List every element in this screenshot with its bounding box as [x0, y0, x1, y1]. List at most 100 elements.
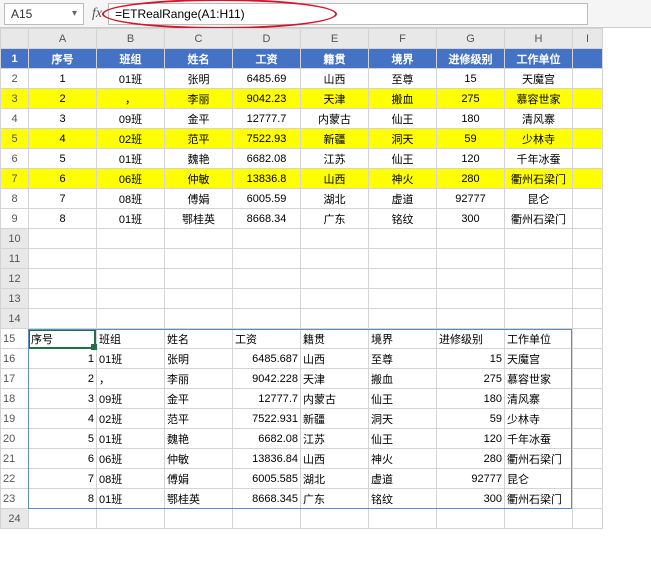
table-row[interactable]: 12 [1, 269, 603, 289]
cell[interactable]: 天魔宫 [505, 349, 573, 369]
cell[interactable]: 仲敏 [165, 169, 233, 189]
cell[interactable] [573, 509, 603, 529]
formula-input[interactable] [108, 3, 588, 25]
cell[interactable]: 金平 [165, 109, 233, 129]
cell[interactable]: 300 [437, 489, 505, 509]
cell[interactable]: 120 [437, 149, 505, 169]
cell[interactable]: 进修级别 [437, 49, 505, 69]
cell[interactable]: 清风寨 [505, 109, 573, 129]
cell[interactable]: 工资 [233, 329, 301, 349]
cell[interactable]: 01班 [97, 429, 165, 449]
cell[interactable]: 06班 [97, 169, 165, 189]
cell[interactable]: 8668.34 [233, 209, 301, 229]
cell[interactable] [369, 229, 437, 249]
cell[interactable]: 01班 [97, 69, 165, 89]
cell[interactable] [97, 309, 165, 329]
cell[interactable]: 工作单位 [505, 329, 573, 349]
cell[interactable]: 275 [437, 89, 505, 109]
cell[interactable]: 籍贯 [301, 329, 369, 349]
cell[interactable] [29, 269, 97, 289]
cell[interactable] [29, 309, 97, 329]
cell[interactable]: 湖北 [301, 189, 369, 209]
cell[interactable]: 08班 [97, 469, 165, 489]
cell[interactable] [369, 249, 437, 269]
cell[interactable]: 铭纹 [369, 209, 437, 229]
cell[interactable]: 境界 [369, 49, 437, 69]
cell[interactable] [165, 309, 233, 329]
table-row[interactable]: 2101班张明6485.69山西至尊15天魔宫 [1, 69, 603, 89]
cell[interactable]: 李丽 [165, 89, 233, 109]
cell[interactable]: 3 [29, 389, 97, 409]
cell[interactable]: 昆仑 [505, 189, 573, 209]
cell[interactable] [573, 389, 603, 409]
table-row[interactable]: 32，李丽9042.23天津搬血275慕容世家 [1, 89, 603, 109]
cell[interactable] [369, 269, 437, 289]
row-header[interactable]: 16 [1, 349, 29, 369]
cell[interactable]: 275 [437, 369, 505, 389]
cell[interactable]: 9042.228 [233, 369, 301, 389]
cell[interactable]: 新疆 [301, 409, 369, 429]
cell[interactable]: 仙王 [369, 149, 437, 169]
cell[interactable] [573, 369, 603, 389]
cell[interactable]: 李丽 [165, 369, 233, 389]
cell[interactable]: 92777 [437, 469, 505, 489]
cell[interactable]: 180 [437, 109, 505, 129]
cell[interactable]: 少林寺 [505, 129, 573, 149]
cell[interactable] [437, 509, 505, 529]
row-header[interactable]: 15 [1, 329, 29, 349]
cell[interactable] [233, 309, 301, 329]
cell[interactable] [301, 229, 369, 249]
cell[interactable]: 15 [437, 349, 505, 369]
table-row[interactable]: 172，李丽9042.228天津搬血275慕容世家 [1, 369, 603, 389]
cell[interactable]: 至尊 [369, 349, 437, 369]
cell[interactable]: 铭纹 [369, 489, 437, 509]
cell[interactable]: 仙王 [369, 389, 437, 409]
cell[interactable] [29, 509, 97, 529]
cell[interactable]: 魏艳 [165, 429, 233, 449]
row-header[interactable]: 7 [1, 169, 29, 189]
cell[interactable]: 张明 [165, 69, 233, 89]
cell[interactable]: 搬血 [369, 369, 437, 389]
cell[interactable] [437, 249, 505, 269]
row-header[interactable]: 2 [1, 69, 29, 89]
col-header[interactable]: C [165, 29, 233, 49]
cell[interactable] [369, 309, 437, 329]
row-header[interactable]: 24 [1, 509, 29, 529]
cell[interactable]: 傅娟 [165, 189, 233, 209]
grid-table[interactable]: A B C D E F G H I 1 序号 班组 姓名 工资 籍贯 境界 进修… [0, 28, 603, 529]
cell[interactable]: 湖北 [301, 469, 369, 489]
table-row[interactable]: 6501班魏艳6682.08江苏仙王120千年冰蚕 [1, 149, 603, 169]
cell[interactable] [573, 449, 603, 469]
fx-icon[interactable]: fx [92, 6, 102, 22]
cell[interactable] [437, 309, 505, 329]
cell[interactable] [573, 109, 603, 129]
cell[interactable] [573, 429, 603, 449]
cell[interactable] [573, 289, 603, 309]
cell[interactable]: 张明 [165, 349, 233, 369]
cell[interactable]: 8 [29, 209, 97, 229]
cell[interactable]: 2 [29, 89, 97, 109]
table-row[interactable]: 18309班金平12777.7内蒙古仙王180清风寨 [1, 389, 603, 409]
col-header[interactable]: E [301, 29, 369, 49]
cell[interactable]: 6485.69 [233, 69, 301, 89]
cell[interactable]: 6005.59 [233, 189, 301, 209]
row-header[interactable]: 21 [1, 449, 29, 469]
cell[interactable]: 境界 [369, 329, 437, 349]
cell[interactable] [301, 269, 369, 289]
cell[interactable]: 衢州石梁门 [505, 489, 573, 509]
cell[interactable]: 59 [437, 409, 505, 429]
col-header[interactable]: D [233, 29, 301, 49]
chevron-down-icon[interactable]: ▾ [72, 8, 77, 19]
cell[interactable]: 衢州石梁门 [505, 209, 573, 229]
cell[interactable] [29, 249, 97, 269]
cell[interactable]: 昆仑 [505, 469, 573, 489]
cell[interactable]: 神火 [369, 169, 437, 189]
cell[interactable]: 5 [29, 429, 97, 449]
cell[interactable]: 6485.687 [233, 349, 301, 369]
column-header-row[interactable]: A B C D E F G H I [1, 29, 603, 49]
table-row[interactable]: 9801班鄂桂英8668.34广东铭纹300衢州石梁门 [1, 209, 603, 229]
table-row[interactable]: 8708班傅娟6005.59湖北虚道92777昆仑 [1, 189, 603, 209]
cell[interactable] [573, 49, 603, 69]
row-header[interactable]: 19 [1, 409, 29, 429]
cell[interactable]: 06班 [97, 449, 165, 469]
